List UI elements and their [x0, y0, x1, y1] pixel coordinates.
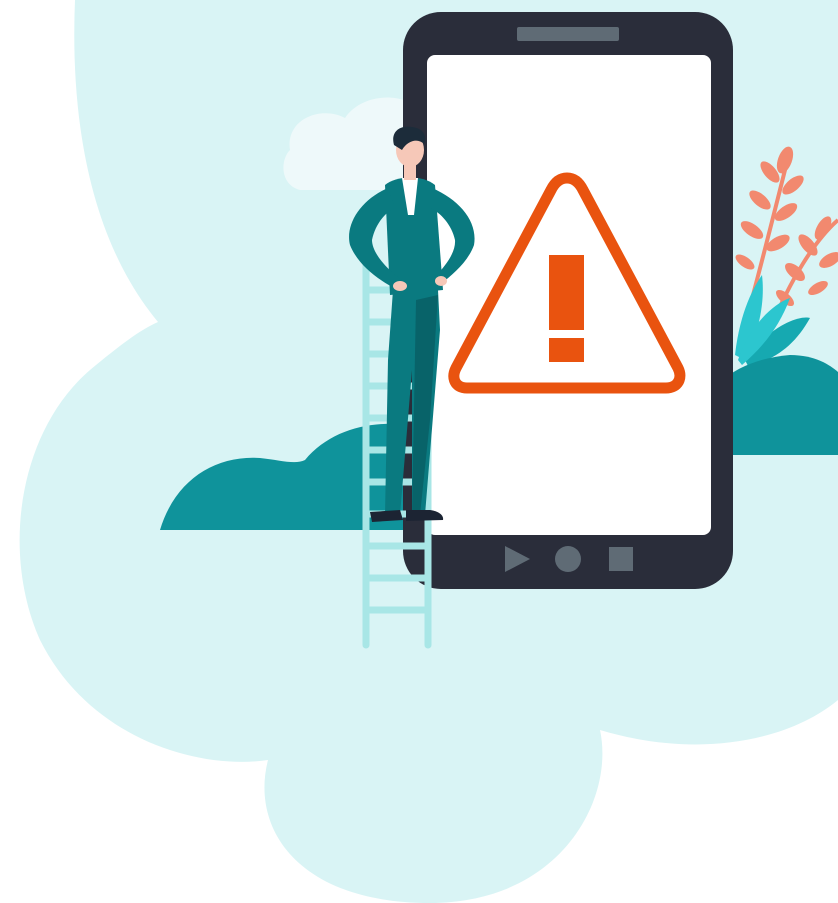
square-recent-icon	[609, 547, 633, 571]
circle-home-icon	[555, 546, 581, 572]
phone-speaker	[517, 27, 619, 41]
warning-illustration	[0, 0, 838, 903]
illustration-canvas	[19, 0, 838, 903]
left-shoe	[370, 510, 403, 522]
